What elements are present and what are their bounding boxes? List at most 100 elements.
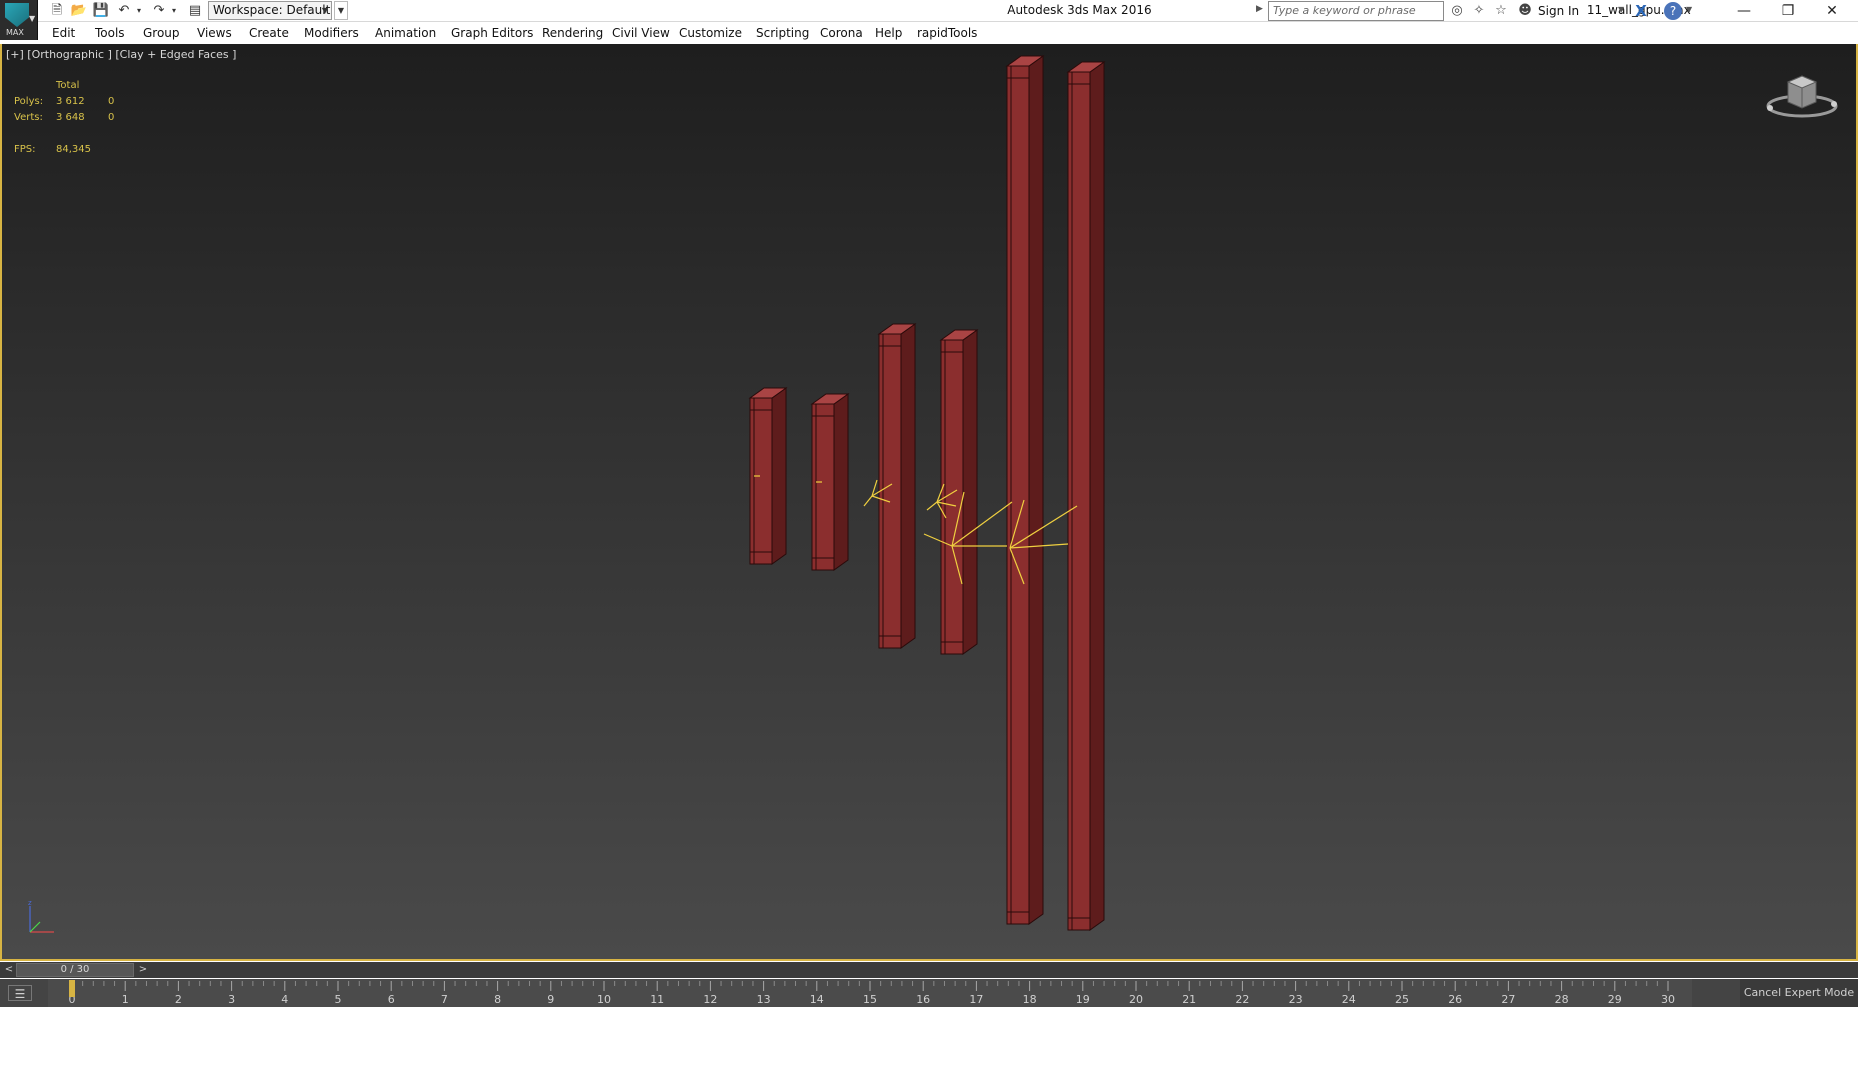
search-input[interactable]: Type a keyword or phrase [1268, 1, 1444, 21]
workspace-select[interactable]: Workspace: Default ▼ [208, 1, 332, 20]
menu-create[interactable]: Create [249, 25, 289, 41]
frame-ruler[interactable]: 0 1 2 3 4 5 6 7 8 9 10 11 12 13 14 15 16 17 18 19 20 21 22 23 24… [48, 979, 1692, 1007]
frame-tick-label: 27 [1501, 993, 1515, 1006]
menu-edit[interactable]: Edit [52, 25, 75, 41]
viewport-label-menu[interactable]: [+] [Orthographic ] [Clay + Edged Faces … [6, 48, 236, 61]
sign-in-button[interactable]: Sign In [1538, 4, 1579, 18]
scene-canvas[interactable] [2, 44, 1856, 959]
stats-verts-total: 3 648 [56, 112, 85, 123]
stats-polys-selected: 0 [108, 96, 115, 107]
search-expand-icon[interactable]: ▶ [1256, 4, 1263, 14]
workspace-label: Workspace: Default [213, 3, 331, 17]
stats-polys-total: 3 612 [56, 96, 85, 107]
column-side-face [1028, 55, 1044, 925]
menu-group[interactable]: Group [143, 25, 180, 41]
3dsmax-logo-icon [5, 3, 29, 27]
chevron-down-icon: ▼ [321, 6, 328, 15]
user-icon: ☻ [1518, 3, 1532, 18]
frame-tick-label: 8 [494, 993, 501, 1006]
help-dropdown-icon[interactable]: ▼ [1686, 5, 1692, 14]
quick-access-customize-icon[interactable]: ▼ [334, 1, 348, 20]
binoculars-search-icon[interactable]: ◎ [1448, 2, 1466, 20]
column-front-face [1067, 71, 1091, 931]
menu-rendering[interactable]: Rendering [542, 25, 603, 41]
frame-tick-label: 3 [228, 993, 235, 1006]
time-prev-button[interactable]: < [2, 962, 16, 978]
redo-icon[interactable]: ↷ [150, 2, 168, 20]
cancel-expert-mode-button[interactable]: Cancel Expert Mode [1740, 979, 1858, 1007]
project-folder-icon[interactable]: ▤ [186, 2, 204, 20]
stats-verts-selected: 0 [108, 112, 115, 123]
viewport-orthographic[interactable]: [+] [Orthographic ] [Clay + Edged Faces … [0, 44, 1858, 961]
frame-tick-label: 11 [650, 993, 664, 1006]
stats-verts-label: Verts: [14, 112, 43, 123]
frame-tick-label: 28 [1555, 993, 1569, 1006]
frame-tick-label: 21 [1182, 993, 1196, 1006]
sign-in-dropdown-icon[interactable]: ▼ [1618, 5, 1624, 14]
menu-scripting[interactable]: Scripting [756, 25, 809, 41]
restore-button[interactable]: ❐ [1766, 0, 1810, 22]
column-front-face [1006, 65, 1030, 925]
frame-tick-label: 25 [1395, 993, 1409, 1006]
time-next-button[interactable]: > [136, 962, 150, 978]
menu-rapidtools[interactable]: rapidTools [917, 25, 977, 41]
minimize-button[interactable]: — [1722, 0, 1766, 22]
menu-help[interactable]: Help [875, 25, 902, 41]
help-icon[interactable]: ? [1664, 2, 1682, 20]
frame-tick-label: 23 [1289, 993, 1303, 1006]
frame-tick-label: 2 [175, 993, 182, 1006]
menu-customize[interactable]: Customize [679, 25, 742, 41]
frame-tick-label: 24 [1342, 993, 1356, 1006]
favorites-star-icon[interactable]: ☆ [1492, 2, 1510, 20]
stats-fps-value: 84,345 [56, 144, 91, 155]
column-side-face [771, 387, 787, 565]
communication-center-icon[interactable]: ✧ [1470, 2, 1488, 20]
new-file-icon[interactable]: 🗎 [48, 2, 66, 20]
save-file-icon[interactable]: 💾 [92, 2, 110, 20]
steel-column-6[interactable] [1066, 61, 1106, 931]
mini-curve-editor-icon[interactable]: ☰ [8, 985, 32, 1001]
column-side-face [962, 329, 978, 655]
viewcube-icon[interactable] [1762, 64, 1842, 124]
autodesk-exchange-icon[interactable]: X [1632, 2, 1650, 20]
menu-graph-editors[interactable]: Graph Editors [451, 25, 533, 41]
menu-civil-view[interactable]: Civil View [612, 25, 670, 41]
stats-header: Total [56, 80, 80, 91]
time-slider-bar: < 0 / 30 > [0, 962, 1858, 978]
chevron-down-icon: ▼ [29, 14, 36, 23]
menu-views[interactable]: Views [197, 25, 232, 41]
open-file-icon[interactable]: 📂 [70, 2, 88, 20]
undo-icon[interactable]: ↶ [115, 2, 133, 20]
title-bar: Autodesk 3ds Max 2016 11_wall_gpu.max 🗎 … [0, 0, 1858, 22]
frame-tick-label: 10 [597, 993, 611, 1006]
menu-bar: Edit Tools Group Views Create Modifiers … [38, 23, 1858, 43]
frame-tick-label: 5 [335, 993, 342, 1006]
steel-column-5[interactable] [1005, 55, 1045, 925]
stats-polys-label: Polys: [14, 96, 44, 107]
stats-fps-label: FPS: [14, 144, 36, 155]
application-menu-button[interactable]: ▼ MAX [0, 0, 38, 40]
undo-dropdown-icon[interactable]: ▾ [134, 2, 144, 20]
redo-dropdown-icon[interactable]: ▾ [169, 2, 179, 20]
steel-column-4[interactable] [939, 329, 979, 655]
close-button[interactable]: ✕ [1810, 0, 1854, 22]
frame-tick-label: 4 [281, 993, 288, 1006]
menu-corona[interactable]: Corona [820, 25, 863, 41]
frame-tick-label: 16 [916, 993, 930, 1006]
frame-tick-label: 20 [1129, 993, 1143, 1006]
current-frame-marker[interactable] [69, 980, 75, 997]
app-title: Autodesk 3ds Max 2016 [1007, 3, 1152, 17]
empty-area [0, 1008, 1858, 1080]
svg-text:z: z [28, 900, 32, 907]
column-side-face [833, 393, 849, 571]
menu-modifiers[interactable]: Modifiers [304, 25, 359, 41]
frame-tick-label: 1 [122, 993, 129, 1006]
column-front-face [749, 397, 773, 565]
frame-tick-label: 14 [810, 993, 824, 1006]
track-bar: ☰ 0 1 2 3 4 5 6 7 8 9 10 11 12 13 14 15 16 17 18 19 20 21 22 23… [0, 979, 1858, 1007]
time-slider-thumb[interactable]: 0 / 30 [16, 963, 134, 977]
steel-column-3[interactable] [877, 323, 917, 649]
menu-tools[interactable]: Tools [95, 25, 125, 41]
column-front-face [811, 403, 835, 571]
menu-animation[interactable]: Animation [375, 25, 436, 41]
